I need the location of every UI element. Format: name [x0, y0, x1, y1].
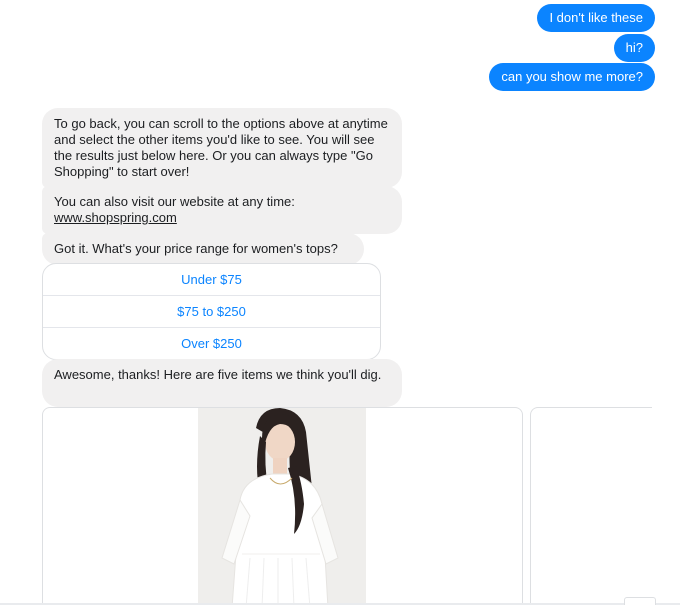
outgoing-message: hi?: [613, 34, 655, 62]
carousel-scroll-button[interactable]: [624, 597, 656, 605]
message-text: You can also visit our website at any ti…: [54, 194, 295, 209]
carousel-edge: [652, 407, 680, 605]
quick-reply-under-75[interactable]: Under $75: [43, 264, 380, 296]
outgoing-message: I don't like these: [537, 4, 655, 32]
message-text: I don't like these: [549, 10, 643, 25]
bot-message: Awesome, thanks! Here are five items we …: [42, 359, 402, 407]
product-image[interactable]: [198, 408, 366, 605]
quick-replies: Under $75 $75 to $250 Over $250: [42, 263, 381, 360]
product-card[interactable]: [42, 407, 523, 605]
message-text: hi?: [625, 40, 643, 55]
product-card-next[interactable]: [530, 407, 671, 605]
quick-reply-75-to-250[interactable]: $75 to $250: [43, 296, 380, 328]
message-text: can you show me more?: [501, 69, 643, 84]
bot-message: You can also visit our website at any ti…: [42, 186, 402, 234]
message-text: Got it. What's your price range for wome…: [54, 241, 338, 256]
outgoing-message: can you show me more?: [489, 63, 655, 91]
bot-message: To go back, you can scroll to the option…: [42, 108, 402, 188]
website-link[interactable]: www.shopspring.com: [54, 210, 177, 225]
message-text: To go back, you can scroll to the option…: [54, 116, 388, 179]
messenger-conversation: I don't like these hi? can you show me m…: [0, 0, 680, 605]
bot-message: Got it. What's your price range for wome…: [42, 233, 364, 265]
quick-reply-over-250[interactable]: Over $250: [43, 328, 380, 359]
message-text: Awesome, thanks! Here are five items we …: [54, 367, 382, 382]
